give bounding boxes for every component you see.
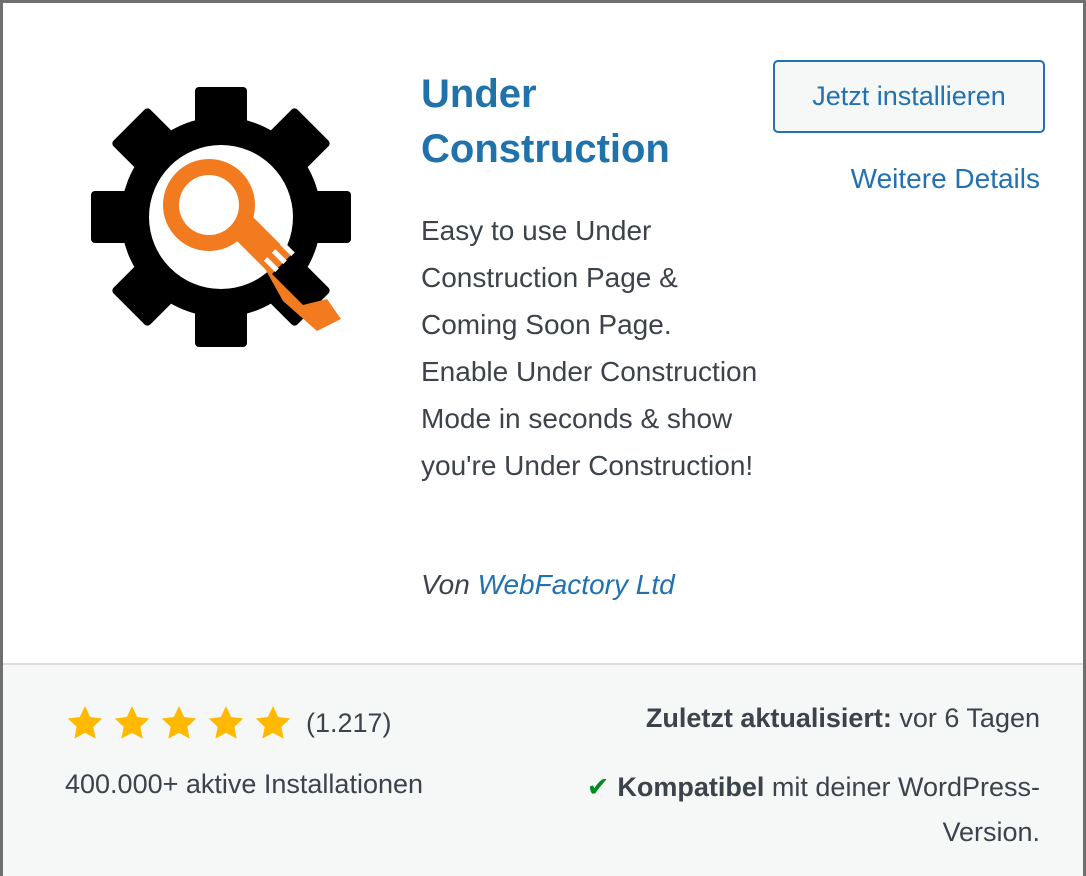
compat-label: Kompatibel bbox=[617, 772, 765, 802]
star-icon bbox=[161, 706, 197, 739]
star-icon bbox=[255, 706, 291, 739]
compat-text: mit deiner WordPress-Version. bbox=[771, 772, 1040, 847]
author-link[interactable]: WebFactory Ltd bbox=[478, 569, 675, 600]
install-button[interactable]: Jetzt installieren bbox=[773, 60, 1045, 133]
stars-container bbox=[65, 703, 300, 743]
plugin-card-bottom: (1.217) 400.000+ aktive Installationen Z… bbox=[3, 663, 1083, 876]
compatibility-info: ✔ Kompatibel mit deiner WordPress-Version… bbox=[510, 765, 1040, 855]
plugin-card: Under Construction Jetzt installieren We… bbox=[0, 0, 1086, 876]
last-updated-value: vor 6 Tagen bbox=[899, 703, 1040, 733]
more-details-link[interactable]: Weitere Details bbox=[851, 163, 1040, 195]
checkmark-icon: ✔ bbox=[586, 772, 610, 802]
last-updated-label: Zuletzt aktualisiert: bbox=[645, 703, 892, 733]
star-icon bbox=[114, 706, 150, 739]
active-installs: 400.000+ aktive Installationen bbox=[65, 769, 424, 799]
star-icon bbox=[208, 706, 244, 739]
gear-wrench-icon[interactable] bbox=[91, 87, 351, 347]
plugin-card-top: Under Construction Jetzt installieren We… bbox=[3, 3, 1083, 663]
plugin-description: Easy to use Under Construction Page & Co… bbox=[421, 215, 758, 481]
last-updated: Zuletzt aktualisiert: vor 6 Tagen bbox=[646, 703, 1040, 734]
author-prefix: Von bbox=[421, 569, 470, 600]
plugin-author: Von WebFactory Ltd bbox=[421, 569, 675, 601]
plugin-title[interactable]: Under Construction bbox=[421, 67, 741, 177]
star-rating: (1.217) bbox=[65, 703, 392, 743]
rating-count: (1.217) bbox=[306, 707, 392, 738]
star-icon bbox=[67, 706, 103, 739]
